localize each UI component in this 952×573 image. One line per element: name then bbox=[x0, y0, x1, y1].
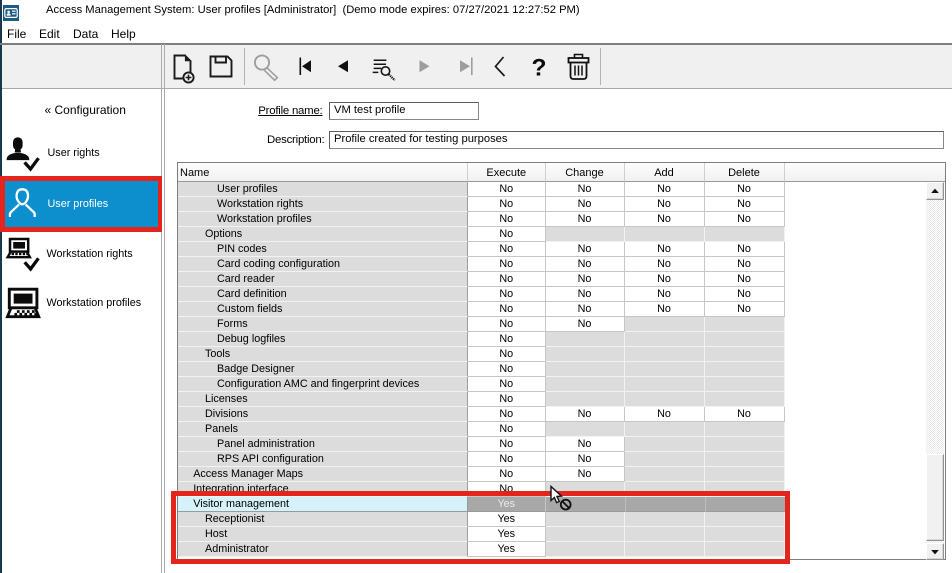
svg-text:?: ? bbox=[532, 55, 547, 82]
